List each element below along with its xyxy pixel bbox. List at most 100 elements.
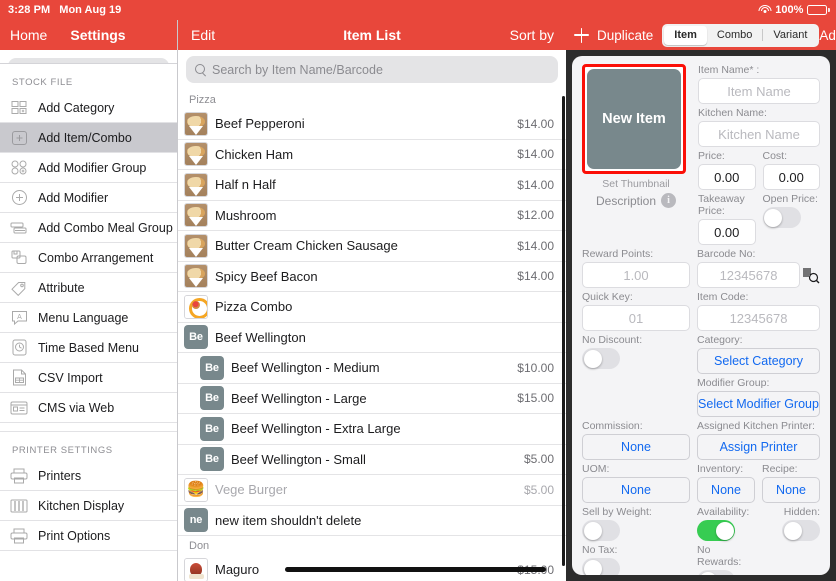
sidebar-item-label: CSV Import: [38, 370, 103, 385]
list-item[interactable]: Spicy Beef Bacon $14.00: [178, 261, 566, 292]
sidebar-item-add-category[interactable]: Add Category: [0, 93, 177, 123]
price-input[interactable]: 0.00: [698, 164, 756, 190]
list-item[interactable]: Butter Cream Chicken Sausage $14.00: [178, 231, 566, 262]
sidebar-item-menu-language[interactable]: A Menu Language: [0, 303, 177, 333]
pizza-thumbnail: [184, 111, 208, 136]
sidebar-item-kitchen-display[interactable]: Kitchen Display: [0, 491, 177, 521]
item-name: Beef Wellington - Medium: [231, 360, 380, 376]
list-item[interactable]: Be Beef Wellington - Large $15.00: [178, 383, 566, 414]
initials-thumbnail: ne: [184, 508, 208, 533]
no-discount-toggle[interactable]: [582, 348, 620, 369]
maguro-thumbnail: [184, 557, 208, 581]
duplicate-button[interactable]: Duplicate: [597, 28, 653, 43]
item-search-placeholder: Search by Item Name/Barcode: [212, 62, 383, 77]
list-item[interactable]: Half n Half $14.00: [178, 170, 566, 201]
thumbnail-picker[interactable]: New Item: [582, 64, 686, 174]
svg-text:A: A: [17, 314, 22, 321]
sidebar-item-add-combo-meal-group[interactable]: Add Combo Meal Group: [0, 213, 177, 243]
item-list-scroll[interactable]: Pizza Beef Pepperoni $14.00 Chicken Ham …: [178, 90, 566, 581]
clock-icon: [8, 339, 30, 357]
inventory-button[interactable]: None: [697, 477, 755, 503]
type-segmented-control[interactable]: Item Combo Variant: [662, 23, 820, 47]
item-name-input[interactable]: Item Name: [698, 78, 820, 104]
item-detail-panel: Duplicate Item Combo Variant Add New Ite…: [566, 0, 836, 581]
recipe-button[interactable]: None: [762, 477, 820, 503]
sell-by-weight-toggle[interactable]: [582, 520, 620, 541]
reward-points-input[interactable]: 1.00: [582, 262, 690, 288]
sidebar-item-attribute[interactable]: Attribute: [0, 273, 177, 303]
segment-item[interactable]: Item: [664, 25, 707, 45]
list-item[interactable]: ne new item shouldn't delete: [178, 505, 566, 536]
list-item[interactable]: Chicken Ham $14.00: [178, 139, 566, 170]
item-name: Beef Pepperoni: [215, 116, 305, 132]
vertical-scrollbar[interactable]: [561, 96, 565, 566]
item-code-label: Item Code:: [697, 291, 749, 303]
sidebar-item-label: Add Modifier: [38, 190, 109, 205]
availability-toggle[interactable]: [697, 520, 735, 541]
home-back-button[interactable]: Home: [10, 27, 47, 43]
select-modifier-group-button[interactable]: Select Modifier Group: [697, 391, 820, 417]
select-category-button[interactable]: Select Category: [697, 348, 820, 374]
no-discount-label: No Discount:: [582, 334, 643, 346]
list-item[interactable]: Be Beef Wellington - Small $5.00: [178, 444, 566, 475]
sidebar-title: Settings: [70, 27, 126, 43]
item-search-wrap: Search by Item Name/Barcode: [178, 50, 566, 89]
item-name: Mushroom: [215, 207, 277, 223]
quick-key-input[interactable]: 01: [582, 305, 690, 331]
cost-input[interactable]: 0.00: [762, 164, 820, 190]
item-price: $14.00: [517, 147, 554, 162]
uom-button[interactable]: None: [582, 477, 690, 503]
barcode-scan-icon[interactable]: [803, 267, 820, 284]
no-rewards-toggle[interactable]: [697, 570, 735, 575]
list-item[interactable]: Be Beef Wellington - Medium $10.00: [178, 353, 566, 384]
initials-thumbnail: Be: [200, 355, 224, 380]
set-thumbnail-label[interactable]: Set Thumbnail: [582, 178, 690, 190]
sidebar-item-csv-import[interactable]: CSV Import: [0, 363, 177, 393]
barcode-no-input[interactable]: 12345678: [697, 262, 800, 288]
sidebar-item-print-options[interactable]: Print Options: [0, 521, 177, 551]
commission-button[interactable]: None: [582, 434, 690, 460]
list-item[interactable]: 🍔 Vege Burger $5.00: [178, 475, 566, 506]
recipe-label: Recipe:: [762, 463, 798, 475]
list-item[interactable]: Be Beef Wellington: [178, 322, 566, 353]
burger-thumbnail: 🍔: [184, 477, 208, 502]
combo-arrangement-icon: [8, 249, 30, 267]
description-row[interactable]: Description i: [582, 193, 690, 208]
item-price: $14.00: [517, 269, 554, 284]
sidebar-item-time-based-menu[interactable]: Time Based Menu: [0, 333, 177, 363]
segment-variant[interactable]: Variant: [763, 26, 817, 45]
list-item[interactable]: Beef Pepperoni $14.00: [178, 109, 566, 140]
no-tax-toggle[interactable]: [582, 558, 620, 575]
description-label: Description: [595, 193, 657, 208]
sidebar-item-printers[interactable]: Printers: [0, 461, 177, 491]
sidebar-item-add-modifier[interactable]: Add Modifier: [0, 183, 177, 213]
segment-combo[interactable]: Combo: [707, 26, 762, 45]
list-item[interactable]: Be Beef Wellington - Extra Large: [178, 414, 566, 445]
assign-printer-button[interactable]: Assign Printer: [697, 434, 820, 460]
takeaway-price-input[interactable]: 0.00: [698, 219, 756, 245]
sidebar-item-add-item-combo[interactable]: Add Item/Combo: [0, 123, 177, 153]
list-item[interactable]: Pizza Combo: [178, 292, 566, 323]
initials-thumbnail: Be: [200, 386, 224, 411]
add-button[interactable]: Add: [819, 28, 836, 43]
plus-icon[interactable]: [574, 27, 589, 43]
sidebar-item-combo-arrangement[interactable]: Combo Arrangement: [0, 243, 177, 273]
sidebar-item-cms-via-web[interactable]: CMS via Web: [0, 393, 177, 423]
no-rewards-label: No Rewards:: [697, 544, 742, 568]
item-name: Half n Half: [215, 177, 276, 193]
takeaway-price-label: Takeaway Price:: [698, 193, 745, 217]
open-price-toggle[interactable]: [762, 207, 801, 228]
sidebar-item-add-modifier-group[interactable]: Add Modifier Group: [0, 153, 177, 183]
kitchen-name-input[interactable]: Kitchen Name: [698, 121, 820, 147]
item-search-input[interactable]: Search by Item Name/Barcode: [186, 56, 558, 83]
horizontal-scrollbar[interactable]: [285, 567, 546, 572]
cms-web-icon: [8, 399, 30, 417]
sidebar-section-header-printer-settings: PRINTER SETTINGS: [0, 432, 177, 461]
sidebar-scroll[interactable]: STOCK FILE Add Category Add Item/Combo A…: [0, 63, 177, 581]
list-item[interactable]: Mushroom $12.00: [178, 200, 566, 231]
item-name: Vege Burger: [215, 482, 288, 498]
hidden-toggle[interactable]: [782, 520, 820, 541]
sort-by-button[interactable]: Sort by: [510, 27, 554, 43]
info-icon[interactable]: i: [661, 193, 677, 208]
item-code-input[interactable]: 12345678: [697, 305, 820, 331]
